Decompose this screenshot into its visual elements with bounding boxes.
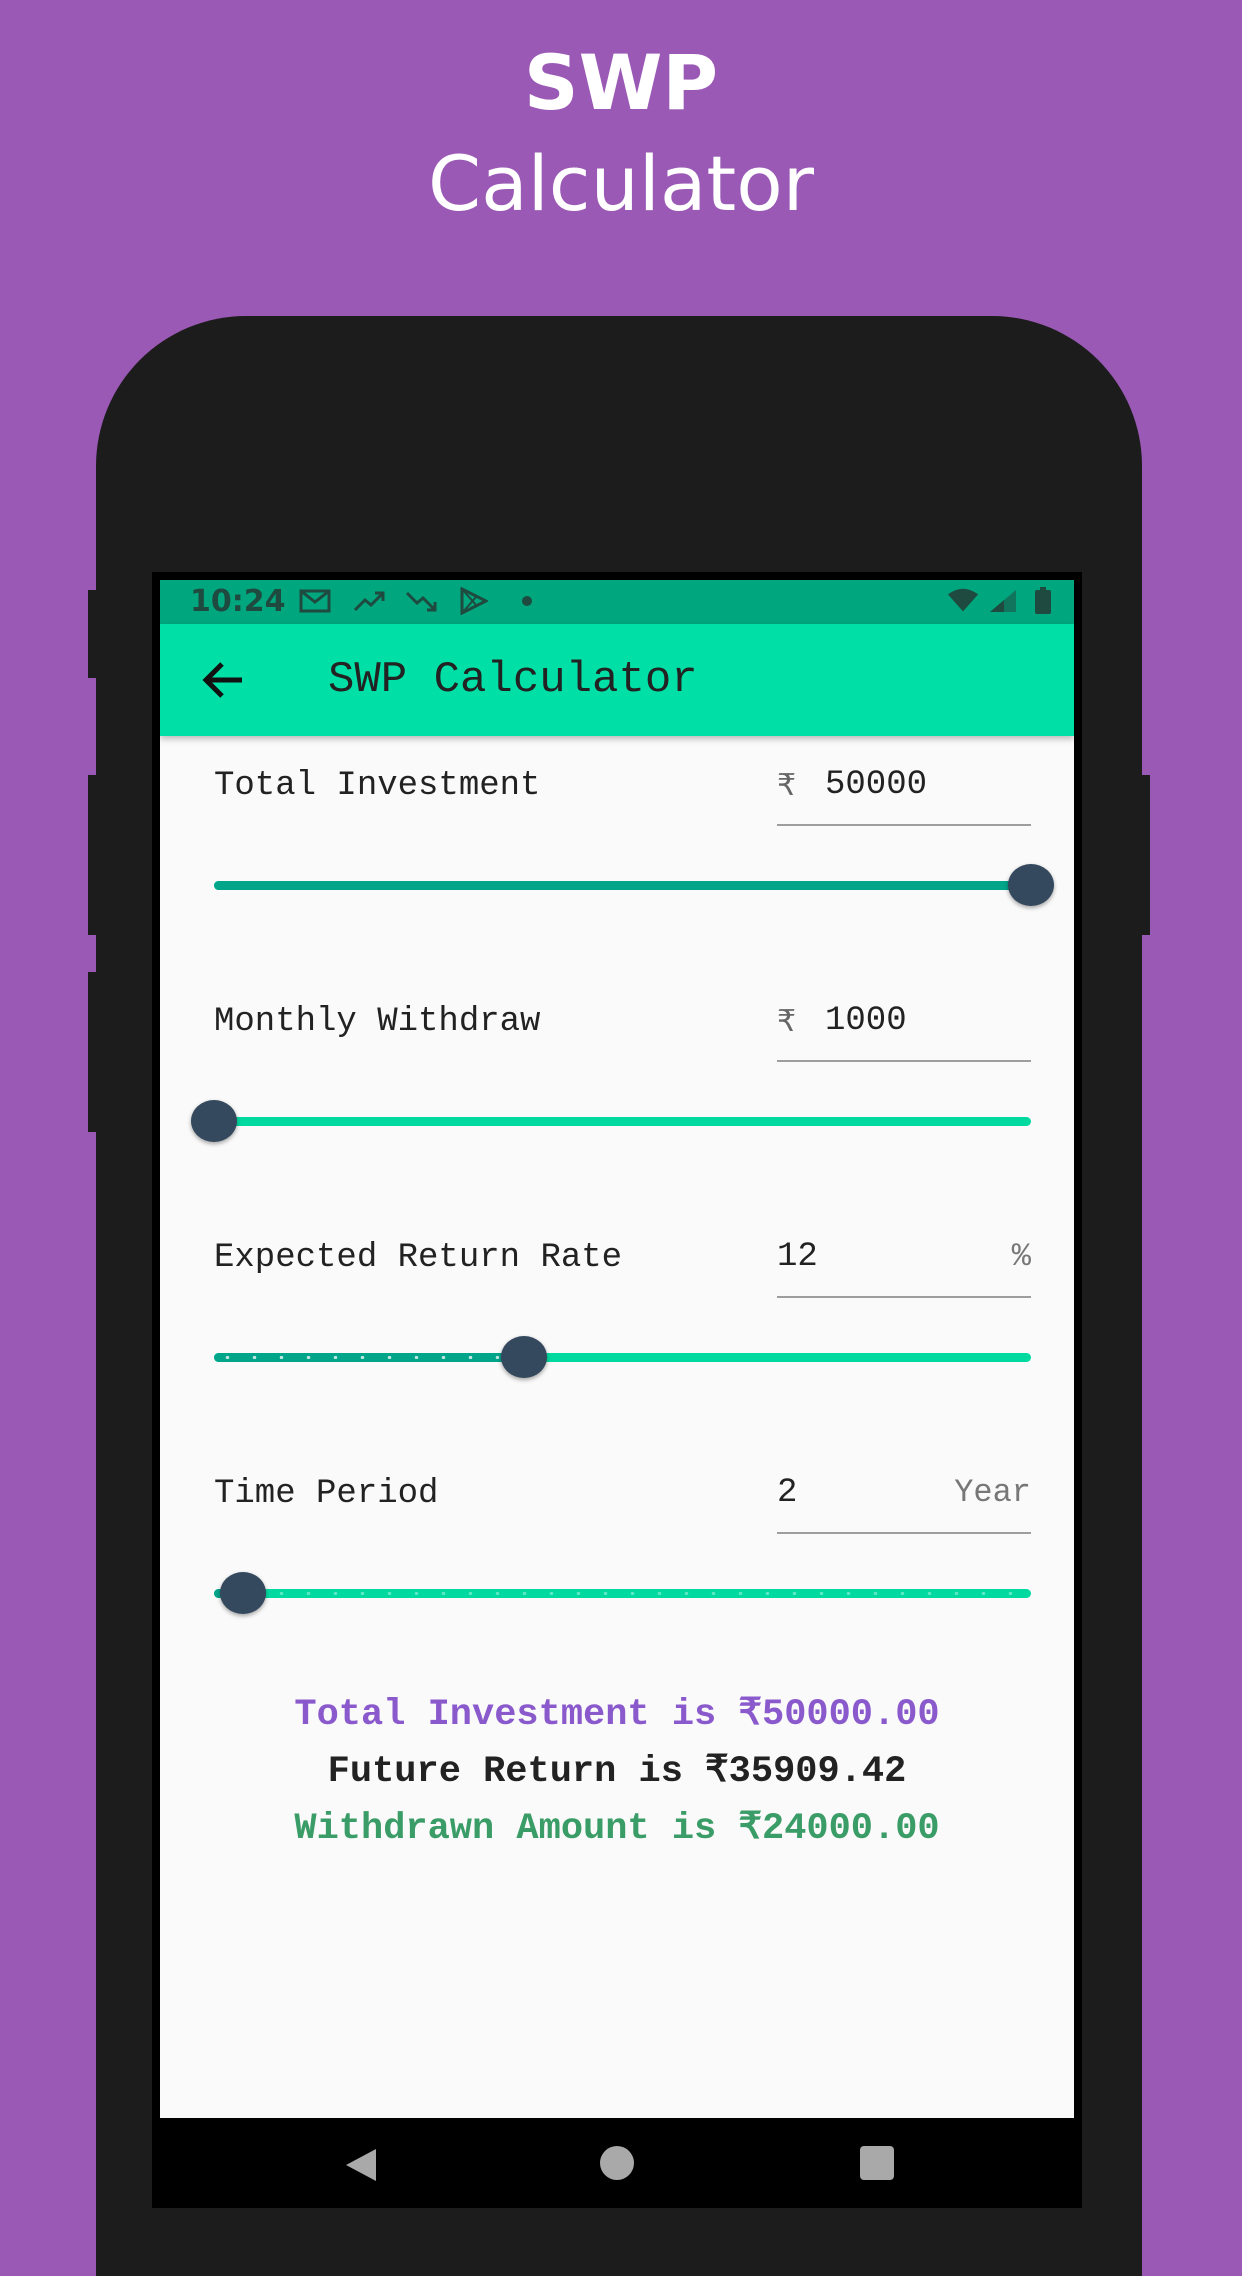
app-bar-title: SWP Calculator <box>328 655 698 705</box>
phone-side-button-right <box>1140 775 1150 935</box>
home-circle-icon[interactable] <box>600 2146 634 2180</box>
trending-down-icon <box>404 586 438 616</box>
total-investment-field[interactable]: ₹ 50000 <box>777 764 1031 826</box>
back-triangle-icon[interactable] <box>346 2149 376 2181</box>
slider-tick-marks <box>214 1592 1031 1595</box>
expected-return-rate-value: 12 <box>777 1238 818 1276</box>
slider-thumb[interactable] <box>219 1572 266 1614</box>
withdrawn-amount-result: Withdrawn Amount is ₹24000.00 <box>294 1808 940 1850</box>
status-time: 10:24 <box>190 584 286 619</box>
promo-subtitle: Calculator <box>428 139 814 228</box>
slider-thumb[interactable] <box>191 1100 237 1142</box>
expected-return-rate-label: Expected Return Rate <box>214 1239 623 1277</box>
total-investment-slider[interactable] <box>214 864 1054 906</box>
slider-thumb[interactable] <box>501 1336 548 1378</box>
phone-side-button-left-1 <box>88 590 98 678</box>
app-screen: 10:24 SWP Calculator Total Investment ₹ … <box>160 580 1074 2118</box>
system-nav-bar <box>152 2118 1082 2208</box>
app-bar: SWP Calculator <box>160 624 1074 736</box>
total-investment-label: Total Investment <box>214 767 541 805</box>
slider-thumb[interactable] <box>1008 864 1054 906</box>
slider-tick-marks <box>214 1356 525 1359</box>
total-investment-result: Total Investment is ₹50000.00 <box>294 1694 940 1736</box>
slider-track <box>214 1117 1031 1126</box>
signal-icon <box>986 586 1020 616</box>
phone-side-button-left-2 <box>88 775 98 935</box>
back-button[interactable] <box>196 652 252 708</box>
year-suffix: Year <box>954 1474 1031 1511</box>
monthly-withdraw-slider[interactable] <box>191 1100 1031 1142</box>
play-store-icon <box>456 586 490 616</box>
expected-return-rate-slider[interactable] <box>214 1336 1031 1378</box>
monthly-withdraw-value: 1000 <box>825 1002 907 1040</box>
promo-title: SWP <box>523 38 719 127</box>
time-period-value: 2 <box>777 1474 798 1512</box>
wifi-icon <box>946 586 980 616</box>
percent-suffix: % <box>1011 1238 1031 1275</box>
rupee-prefix: ₹ <box>777 768 797 803</box>
time-period-slider[interactable] <box>214 1572 1031 1614</box>
battery-icon <box>1026 586 1060 616</box>
monthly-withdraw-field[interactable]: ₹ 1000 <box>777 1000 1031 1062</box>
trending-up-icon <box>352 586 386 616</box>
time-period-field[interactable]: 2 Year <box>777 1472 1031 1534</box>
monthly-withdraw-label: Monthly Withdraw <box>214 1003 541 1041</box>
time-period-label: Time Period <box>214 1475 439 1513</box>
status-bar: 10:24 <box>160 580 1074 624</box>
arrow-left-icon <box>202 662 242 698</box>
expected-return-rate-field[interactable]: 12 % <box>777 1236 1031 1298</box>
total-investment-value: 50000 <box>825 766 928 804</box>
phone-side-button-left-3 <box>88 972 98 1132</box>
gmail-icon <box>298 586 332 616</box>
future-return-result: Future Return is ₹35909.42 <box>327 1751 907 1793</box>
slider-active-track <box>214 881 1031 890</box>
recents-square-icon[interactable] <box>860 2146 894 2180</box>
rupee-prefix: ₹ <box>777 1004 797 1039</box>
dot-icon <box>510 586 544 616</box>
